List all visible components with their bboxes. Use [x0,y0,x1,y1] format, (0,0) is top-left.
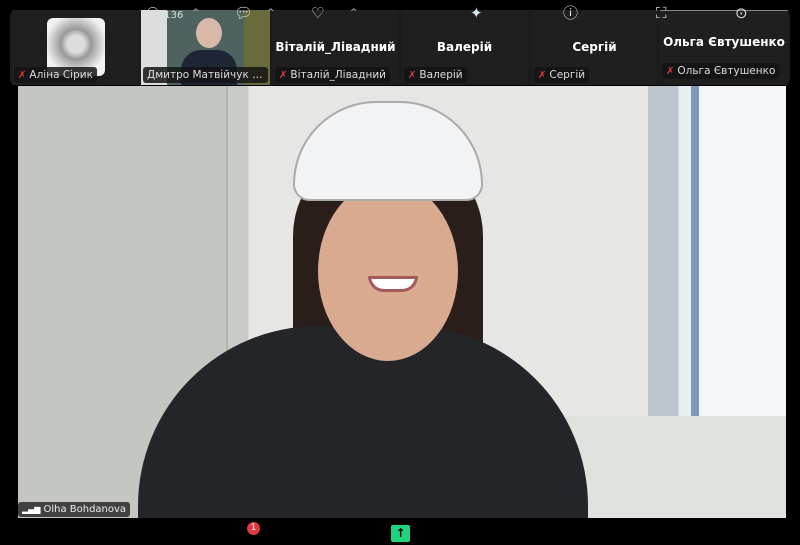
window [691,86,786,416]
participant-tile[interactable]: Сергій ✗ Сергій [532,10,657,85]
participant-name: Ольга Євтушенко [663,35,785,49]
window-sill [566,416,786,518]
reactions-button[interactable]: ♡ [311,4,324,22]
participants-options-caret[interactable]: ^ [192,8,200,18]
participants-button[interactable]: ⚇ 136 [146,4,183,25]
apps-icon: ⛶ [656,4,667,22]
mic-muted-icon: ✗ [538,70,547,81]
info-button[interactable]: ⓘ [563,4,578,22]
participants-icon: ⚇ [146,4,160,22]
participant-tile[interactable]: Ольга Євтушенко ✗ Ольга Євтушенко [660,10,788,85]
active-speaker-video [18,86,786,518]
participant-name: Віталій_Лівадний [275,40,396,54]
chat-unread-badge: 1 [247,522,260,535]
signal-strength-icon: ▂▄▆ [22,505,41,514]
ai-companion-button[interactable]: ✦ [470,4,483,22]
participant-name-label: Дмитро Матвійчук Жур... [143,67,268,83]
sparkle-icon: ✦ [470,4,483,22]
more-icon: ⊙ [735,4,748,22]
participant-name-label: ✗ Аліна Сірик [14,67,97,83]
chat-button[interactable]: 💬︎ [234,4,253,22]
participant-tile[interactable]: ✗ Аліна Сірик [12,10,138,85]
share-screen-button[interactable]: ↑ [391,525,410,542]
speaker-helmet [293,101,483,201]
mic-muted-icon: ✗ [18,70,27,81]
active-speaker-label: ▂▄▆ Olha Bohdanova [18,502,131,517]
chat-icon: 💬︎ [234,4,254,22]
participant-name-label: ✗ Сергій [534,67,590,83]
participant-name-label: ✗ Ольга Євтушенко [662,63,780,79]
participant-tile[interactable]: Валерій ✗ Валерій [402,10,527,85]
participant-tile[interactable]: Віталій_Лівадний ✗ Віталій_Лівадний [273,10,398,85]
more-button[interactable]: ⊙ [735,4,748,22]
apps-button[interactable]: ⛶ [656,4,667,22]
arrow-up-icon: ↑ [395,526,406,540]
speaker-face [318,181,458,361]
participant-name: Валерій [436,40,493,54]
reactions-options-caret[interactable]: ^ [350,8,358,18]
heart-icon: ♡ [311,4,325,22]
chat-options-caret[interactable]: ^ [267,8,275,18]
mic-muted-icon: ✗ [408,70,417,81]
participant-name: Сергій [572,40,617,54]
info-icon: ⓘ [563,4,579,22]
mic-muted-icon: ✗ [666,66,675,77]
participant-name-label: ✗ Валерій [404,67,467,83]
participant-name-label: ✗ Віталій_Лівадний [275,67,390,83]
mic-muted-icon: ✗ [279,70,288,81]
